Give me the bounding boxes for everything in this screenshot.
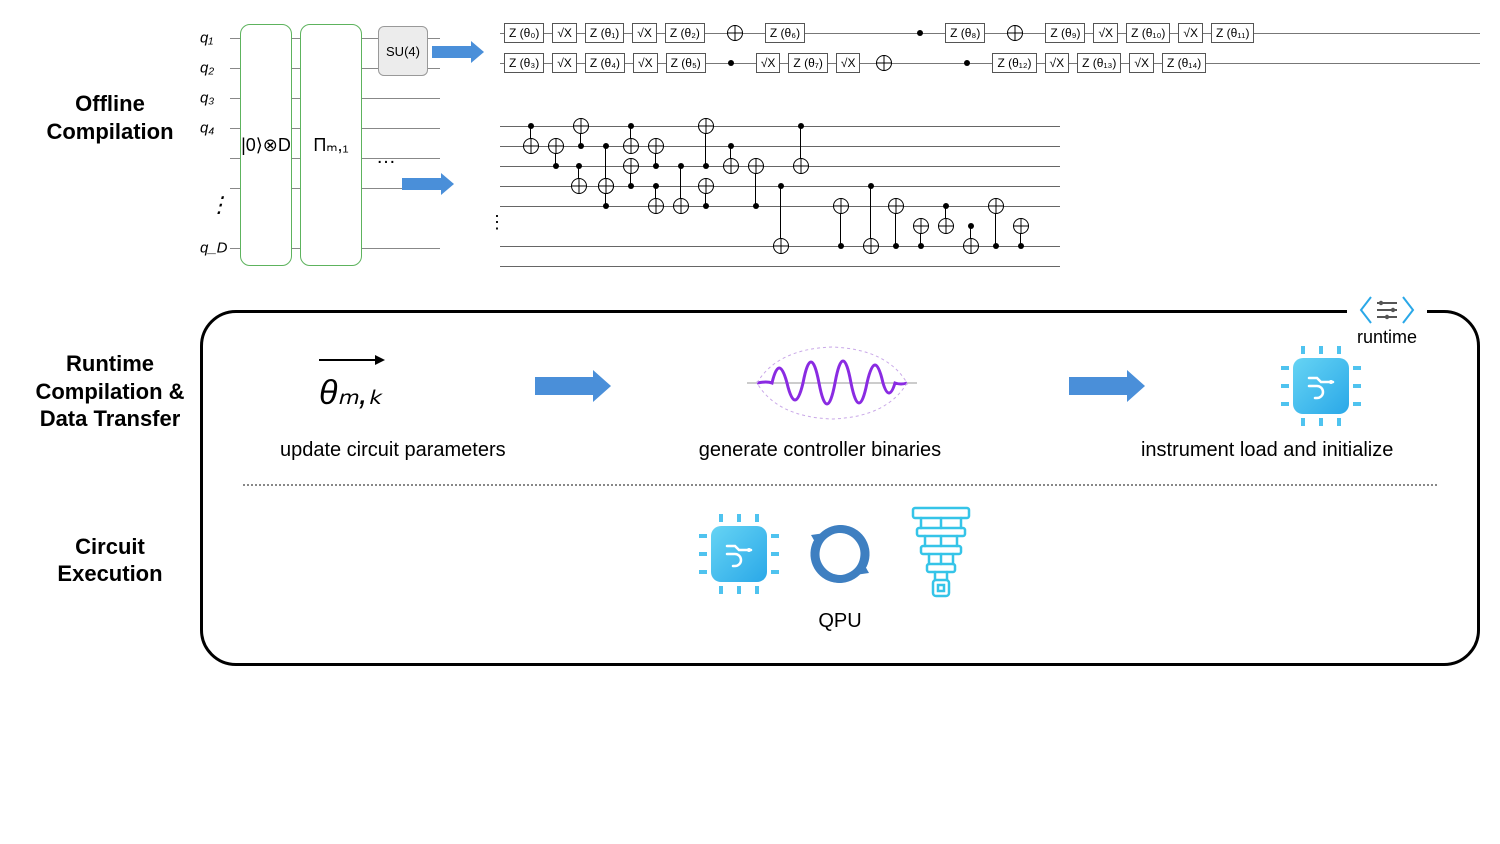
ctrl-dot-icon — [964, 60, 970, 66]
wave-icon — [747, 343, 917, 423]
caption-step1: update circuit parameters — [263, 439, 523, 462]
gate-row-q1: Z (θ₀) √X Z (θ₁) √X Z (θ₂) Z (θ₆) Z (θ₈)… — [500, 20, 1480, 46]
block-su4: SU(4) — [378, 26, 428, 76]
runtime-container: runtime θₘ,ₖ — [200, 310, 1480, 666]
chip-icon — [699, 514, 779, 594]
chip-icon — [1281, 346, 1361, 426]
ctrl-dot-icon — [728, 60, 734, 66]
arrow-icon — [535, 377, 595, 395]
gate-row-q2: Z (θ₃) √X Z (θ₄) √X Z (θ₅) √X Z (θ₇) √X … — [500, 50, 1480, 76]
circuit-high-level: q₁ q₂ q₃ q₄ ⋮ q_D |0⟩⊗D Πₘ,₁ SU(4) … — [200, 20, 440, 280]
caption-step3: instrument load and initialize — [1117, 439, 1417, 462]
qpu-label: QPU — [243, 610, 1437, 633]
arrow-cnot-decomp — [402, 178, 442, 190]
qubit-label: q₃ — [200, 90, 214, 107]
qubit-label: q_D — [200, 240, 228, 257]
theta-symbol: θₘ,ₖ — [319, 374, 383, 412]
ctrl-dot-icon — [917, 30, 923, 36]
arrow-su4-decomp — [432, 46, 472, 58]
divider — [243, 484, 1437, 486]
runtime-icon — [1357, 295, 1417, 325]
block-state0: |0⟩⊗D — [240, 24, 292, 266]
stage-update-params: θₘ,ₖ — [319, 359, 383, 413]
qubit-label: q₂ — [200, 60, 214, 77]
qubit-label: q₁ — [200, 30, 213, 47]
execution-row — [243, 504, 1437, 604]
label-runtime: Runtime Compilation & Data Transfer — [20, 300, 200, 433]
label-exec: Circuit Execution — [20, 433, 200, 588]
cnot-target-icon — [727, 25, 743, 41]
ellipsis: … — [376, 146, 396, 169]
runtime-tag: runtime — [1347, 295, 1427, 348]
caption-step2: generate controller binaries — [680, 439, 960, 462]
stage-gen-binaries — [747, 343, 917, 429]
cnot-network: ⋮ — [500, 116, 1060, 276]
cnot-target-icon — [876, 55, 892, 71]
fridge-icon — [901, 504, 981, 604]
cnot-target-icon — [1007, 25, 1023, 41]
arrow-icon — [1069, 377, 1129, 395]
qubit-label: q₄ — [200, 120, 214, 137]
block-pi: Πₘ,₁ — [300, 24, 362, 266]
label-offline: Offline Compilation — [20, 20, 200, 145]
stage-instrument-load — [1281, 346, 1361, 426]
cycle-icon — [805, 519, 875, 589]
